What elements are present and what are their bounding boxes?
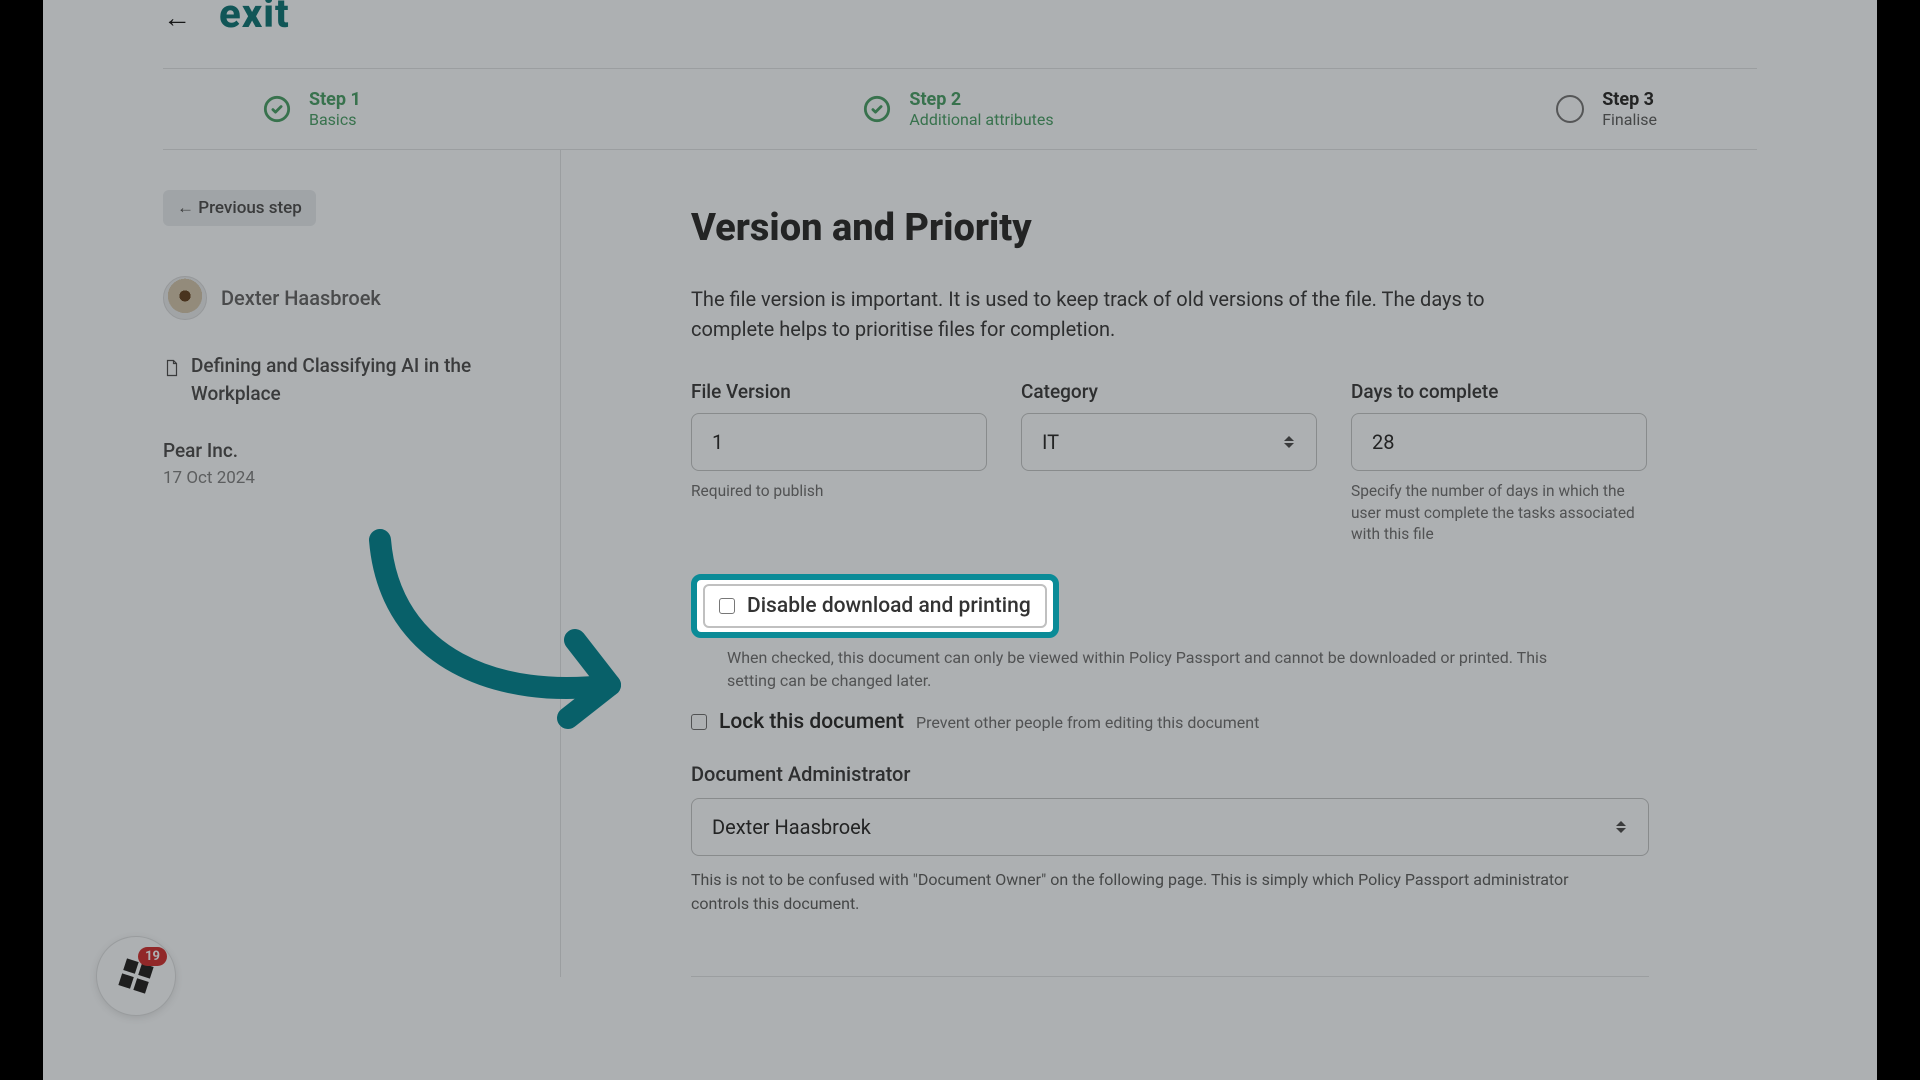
chevron-updown-icon xyxy=(1282,435,1296,449)
step-1[interactable]: Step 1 Basics xyxy=(263,89,361,129)
checkbox-icon[interactable] xyxy=(691,714,707,730)
check-circle-icon xyxy=(263,95,291,123)
back-arrow-icon[interactable]: ← xyxy=(163,4,191,32)
step-title: Step 2 xyxy=(909,89,1053,110)
previous-step-button[interactable]: ← Previous step xyxy=(163,190,316,226)
badge-count: 19 xyxy=(138,947,167,966)
page-title: Version and Priority xyxy=(691,206,1757,250)
days-label: Days to complete xyxy=(1351,380,1647,403)
lock-document-row[interactable]: Lock this document Prevent other people … xyxy=(691,710,1757,734)
page-description: The file version is important. It is use… xyxy=(691,284,1571,344)
disable-download-hint: When checked, this document can only be … xyxy=(691,646,1571,692)
user-name: Dexter Haasbroek xyxy=(221,286,381,310)
days-input[interactable]: 28 xyxy=(1351,413,1647,471)
category-value: IT xyxy=(1042,430,1059,454)
file-version-input[interactable]: 1 xyxy=(691,413,987,471)
checkbox-icon[interactable] xyxy=(719,598,735,614)
step-indicator: Step 1 Basics Step 2 Additional attribut… xyxy=(163,68,1757,150)
chevron-updown-icon xyxy=(1614,820,1628,834)
document-date: 17 Oct 2024 xyxy=(163,468,536,488)
category-select[interactable]: IT xyxy=(1021,413,1317,471)
document-admin-select[interactable]: Dexter Haasbroek xyxy=(691,798,1649,856)
brand-row: ← exit xyxy=(163,0,1757,40)
brand-name: exit xyxy=(219,2,290,26)
step-subtitle: Basics xyxy=(309,110,361,129)
category-label: Category xyxy=(1021,380,1317,403)
org-name: Pear Inc. xyxy=(163,439,536,462)
help-widget[interactable]: 19 xyxy=(96,936,176,1016)
lock-document-hint: Prevent other people from editing this d… xyxy=(916,713,1259,732)
check-circle-icon xyxy=(863,95,891,123)
document-icon xyxy=(163,352,181,387)
file-version-hint: Required to publish xyxy=(691,481,987,503)
days-hint: Specify the number of days in which the … xyxy=(1351,481,1647,546)
circle-empty-icon xyxy=(1556,95,1584,123)
document-admin-label: Document Administrator xyxy=(691,762,1757,786)
lock-document-label: Lock this document xyxy=(719,710,904,734)
file-version-label: File Version xyxy=(691,380,987,403)
step-3[interactable]: Step 3 Finalise xyxy=(1556,89,1657,129)
document-admin-hint: This is not to be confused with "Documen… xyxy=(691,868,1621,916)
document-title: Defining and Classifying AI in the Workp… xyxy=(191,352,536,407)
section-divider xyxy=(691,976,1649,977)
step-2[interactable]: Step 2 Additional attributes xyxy=(863,89,1053,129)
step-subtitle: Additional attributes xyxy=(909,110,1053,129)
avatar xyxy=(163,276,207,320)
step-title: Step 3 xyxy=(1602,89,1657,110)
step-subtitle: Finalise xyxy=(1602,110,1657,129)
document-admin-value: Dexter Haasbroek xyxy=(712,815,871,839)
main-content: Version and Priority The file version is… xyxy=(561,150,1757,977)
step-title: Step 1 xyxy=(309,89,361,110)
disable-download-label: Disable download and printing xyxy=(747,594,1031,618)
sidebar: ← Previous step Dexter Haasbroek Definin… xyxy=(163,150,561,977)
highlighted-checkbox: Disable download and printing xyxy=(691,574,1059,638)
disable-download-checkbox-row[interactable]: Disable download and printing xyxy=(703,584,1047,628)
